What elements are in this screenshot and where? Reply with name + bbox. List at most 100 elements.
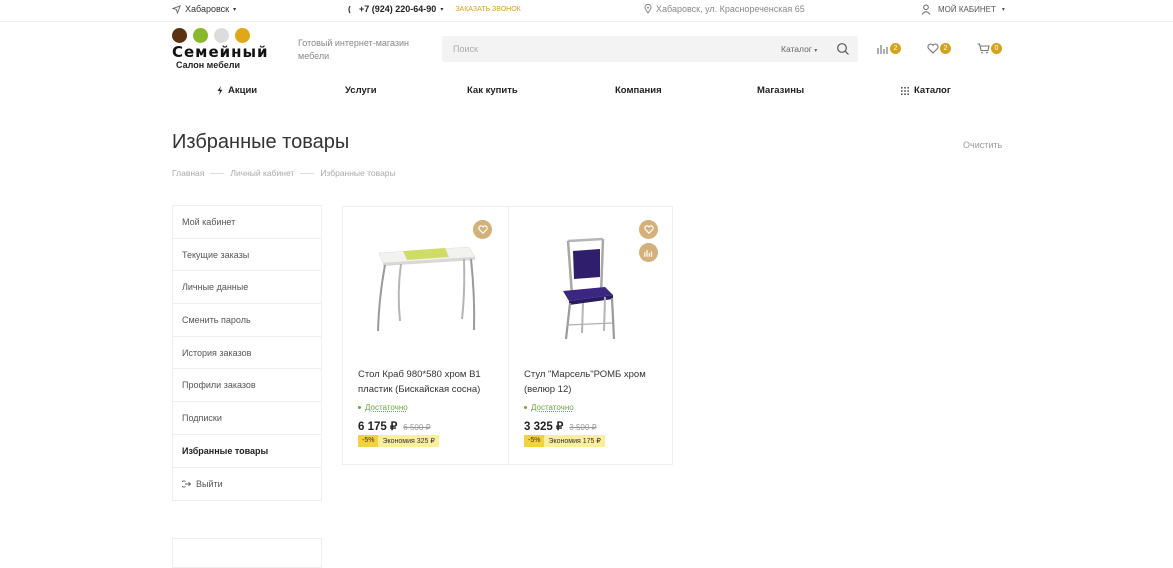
sidebar-item-label: История заказов: [182, 347, 252, 358]
sidebar-item-label: Личные данные: [182, 282, 249, 293]
nav-item-services[interactable]: Услуги: [345, 85, 377, 96]
chevron-down-icon: ▾: [1001, 7, 1005, 13]
product-card[interactable]: Стул "Марсель"РОМБ хром (велюр 12) Доста…: [508, 207, 673, 464]
sidebar-item-label: Сменить пароль: [182, 314, 251, 325]
compare-icon: [644, 249, 653, 257]
search-icon[interactable]: [836, 42, 850, 56]
page-title: Избранные товары: [172, 131, 350, 153]
logout-icon: [182, 480, 191, 488]
stock-dot-icon: [358, 406, 361, 409]
breadcrumb: Главная Личный кабинет Избранные товары: [172, 168, 396, 178]
old-price: 3 500 ₽: [569, 423, 597, 432]
breadcrumb-item[interactable]: Главная: [172, 168, 204, 178]
account-sidebar: Мой кабинет Текущие заказы Личные данные…: [172, 205, 322, 502]
logo-dot: [235, 28, 250, 43]
sidebar-item-label: Выйти: [196, 478, 223, 489]
stock-label: Достаточно: [365, 403, 408, 412]
logo-dot: [214, 28, 229, 43]
address-block: Хабаровск, ул. Краснореченская 65: [644, 4, 805, 14]
sidebar-item-favorites[interactable]: Избранные товары: [173, 435, 321, 468]
clear-favorites-link[interactable]: Очистить: [963, 140, 1002, 150]
heart-icon: [477, 225, 488, 234]
sidebar-item-label: Избранные товары: [182, 445, 269, 456]
favorites-grid: Стол Краб 980*580 хром В1 пластик (Биска…: [342, 206, 673, 465]
discount-tags: -5% Экономия 175 ₽: [524, 435, 605, 447]
map-pin-icon: [644, 4, 652, 14]
product-name[interactable]: Стол Краб 980*580 хром В1 пластик (Биска…: [358, 367, 498, 397]
logo-subtitle: Салон мебели: [176, 60, 241, 70]
nav-item-label: Каталог: [914, 85, 951, 96]
logo-dots: [172, 28, 282, 43]
chevron-down-icon: ▾: [814, 48, 818, 54]
chevron-down-icon: ▾: [233, 6, 237, 13]
account-label: МОЙ КАБИНЕТ: [938, 5, 996, 14]
nav-item-company[interactable]: Компания: [615, 85, 662, 96]
phone-block[interactable]: +7 (924) 220-64-90 ▾ ЗАКАЗАТЬ ЗВОНОК: [347, 4, 521, 14]
heart-icon: [643, 225, 654, 234]
compare-button[interactable]: 2: [877, 43, 901, 54]
saving-badge: Экономия 325 ₽: [378, 435, 439, 447]
sidebar-item-label: Подписки: [182, 412, 222, 423]
location-arrow-icon: [172, 4, 181, 14]
stock-label: Достаточно: [531, 403, 574, 412]
stock-status: Достаточно: [524, 403, 574, 412]
user-icon: [921, 4, 931, 15]
nav-item-label: Услуги: [345, 85, 377, 96]
search-category-dropdown[interactable]: Каталог ▾: [781, 44, 817, 54]
cart-count-badge: 0: [991, 43, 1002, 54]
favorites-count-badge: 2: [940, 43, 951, 54]
search-input[interactable]: Поиск: [453, 44, 478, 54]
favorite-toggle-button[interactable]: [639, 220, 658, 239]
site-tagline: Готовый интернет-магазин мебели: [298, 38, 410, 61]
phone-icon: [348, 5, 351, 13]
city-selector[interactable]: Хабаровск ▾: [172, 4, 236, 14]
logo[interactable]: Семейный Салон мебели: [172, 28, 282, 72]
grid-icon: [901, 86, 909, 95]
nav-item-how-to-buy[interactable]: Как купить: [467, 85, 518, 96]
compare-toggle-button[interactable]: [639, 243, 658, 262]
lightning-icon: [217, 86, 223, 95]
product-card[interactable]: Стол Краб 980*580 хром В1 пластик (Биска…: [343, 207, 508, 464]
logo-dot: [193, 28, 208, 43]
compare-count-badge: 2: [890, 43, 901, 54]
sidebar-item-personal-data[interactable]: Личные данные: [173, 271, 321, 305]
product-image-table[interactable]: [371, 237, 481, 337]
nav-item-catalog[interactable]: Каталог: [901, 85, 951, 96]
sidebar-item-logout[interactable]: Выйти: [173, 468, 321, 501]
current-price: 6 175 ₽: [358, 421, 398, 433]
discount-tags: -5% Экономия 325 ₽: [358, 435, 439, 447]
sidebar-item-change-password[interactable]: Сменить пароль: [173, 304, 321, 337]
nav-item-label: Компания: [615, 85, 662, 96]
main-nav: Акции Услуги Как купить Компания Магазин…: [172, 82, 1004, 100]
breadcrumb-item-current: Избранные товары: [320, 168, 396, 178]
sidebar-item-order-history[interactable]: История заказов: [173, 337, 321, 370]
product-name[interactable]: Стул "Марсель"РОМБ хром (велюр 12): [524, 367, 664, 397]
sidebar-item-current-orders[interactable]: Текущие заказы: [173, 239, 321, 272]
cart-button[interactable]: 0: [977, 43, 1002, 54]
breadcrumb-separator: [210, 172, 225, 174]
breadcrumb-item[interactable]: Личный кабинет: [230, 168, 294, 178]
breadcrumb-separator: [300, 172, 315, 174]
sidebar-item-subscriptions[interactable]: Подписки: [173, 402, 321, 435]
old-price: 6 500 ₽: [403, 423, 431, 432]
product-image-chair[interactable]: [553, 235, 623, 343]
city-label: Хабаровск: [185, 4, 230, 14]
search-bar[interactable]: Поиск Каталог ▾: [442, 36, 858, 62]
phone-number[interactable]: +7 (924) 220-64-90: [359, 4, 436, 14]
account-menu[interactable]: МОЙ КАБИНЕТ ▾: [921, 4, 1005, 15]
logo-dot: [172, 28, 187, 43]
logo-title: Семейный: [172, 43, 269, 61]
sidebar-item-label: Мой кабинет: [182, 216, 236, 227]
heart-icon: [927, 43, 939, 54]
sidebar-item-my-account[interactable]: Мой кабинет: [173, 206, 321, 239]
nav-item-promotions[interactable]: Акции: [217, 85, 257, 96]
callback-link[interactable]: ЗАКАЗАТЬ ЗВОНОК: [455, 6, 520, 13]
stock-dot-icon: [524, 406, 527, 409]
saving-badge: Экономия 175 ₽: [544, 435, 605, 447]
favorites-button[interactable]: 2: [927, 43, 951, 54]
nav-item-label: Акции: [228, 85, 258, 96]
stock-status: Достаточно: [358, 403, 408, 412]
nav-item-stores[interactable]: Магазины: [757, 85, 804, 96]
sidebar-item-order-profiles[interactable]: Профили заказов: [173, 369, 321, 403]
nav-item-label: Магазины: [757, 85, 805, 96]
